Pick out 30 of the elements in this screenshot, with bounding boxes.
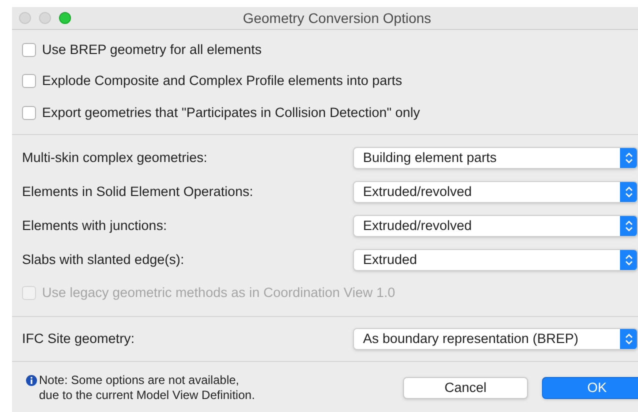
checkbox-label: Use BREP geometry for all elements [42, 41, 262, 59]
chevron-icon [620, 329, 637, 349]
chevron-icon [620, 250, 637, 270]
chevron-icon [620, 216, 637, 236]
dropdown[interactable]: Extruded/revolved [353, 214, 638, 237]
dropdown[interactable]: Extruded [353, 248, 638, 271]
window-title: Geometry Conversion Options [242, 8, 432, 28]
checkbox[interactable] [22, 74, 36, 88]
note-text: Note: Some options are not available, due to the current Model View Definition. [39, 373, 255, 403]
checkbox[interactable] [22, 43, 36, 58]
checkbox-label: Explode Composite and Complex Profile elements into parts [42, 72, 402, 90]
info-icon [26, 375, 37, 386]
dropdown[interactable]: As boundary representation (BREP) [353, 328, 638, 350]
checkbox-label: Export geometries that "Participates in Collision Detection" only [42, 104, 420, 122]
ok-button[interactable]: OK [542, 377, 638, 399]
dropdown[interactable]: Building element parts [353, 146, 638, 169]
checkbox[interactable] [22, 106, 36, 120]
setting-label: IFC Site geometry: [22, 330, 136, 348]
setting-label: Elements with junctions: [22, 216, 168, 235]
setting-label: Elements in Solid Element Operations: [22, 182, 254, 201]
chevron-icon [620, 182, 637, 202]
dropdown[interactable]: Extruded/revolved [353, 180, 638, 203]
setting-label: Multi-skin complex geometries: [22, 148, 208, 167]
close-button[interactable] [19, 12, 31, 24]
chevron-icon [620, 148, 637, 168]
minimize-button[interactable] [39, 12, 51, 24]
checkbox-label: Use legacy geometric methods as in Coordination View 1.0 [42, 284, 396, 302]
zoom-button[interactable] [59, 12, 71, 24]
cancel-button[interactable]: Cancel [403, 377, 528, 399]
setting-label: Slabs with slanted edge(s): [22, 250, 186, 269]
